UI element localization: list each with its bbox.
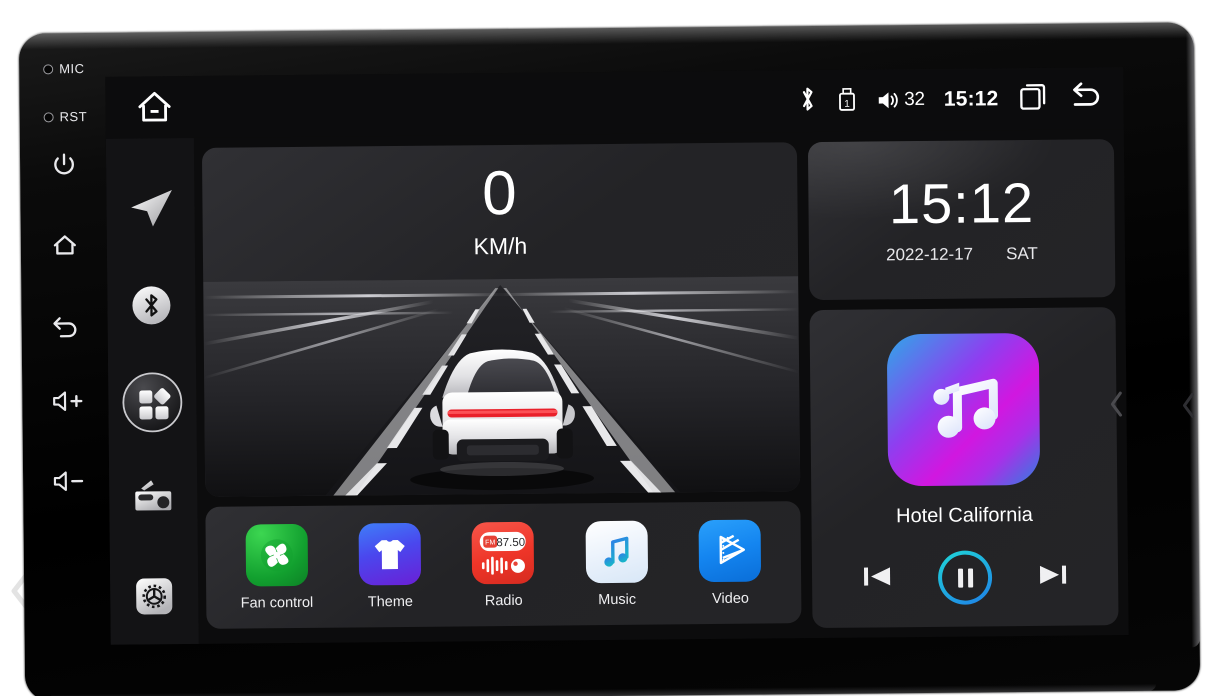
head-unit-device: MIC RST 1 32 15:12 0 KM/h Fan control Th…	[18, 22, 1201, 696]
speed-readout: 0 KM/h	[202, 158, 798, 263]
dock-app-theme[interactable]: Theme	[342, 522, 439, 610]
volume-indicator[interactable]: 32	[876, 88, 925, 112]
dock-app-label: Music	[598, 591, 637, 608]
hardware-bezel: MIC RST	[19, 33, 117, 696]
screenshot-root: MIC RST 1 32 15:12 0 KM/h Fan control Th…	[0, 0, 1217, 696]
speed-widget[interactable]: 0 KM/h	[201, 142, 801, 497]
home-icon	[53, 235, 76, 255]
speed-value: 0	[481, 158, 518, 229]
left-column: 0 KM/h Fan control Theme FM 87.50 Radio …	[201, 142, 802, 634]
radio-frequency: 87.50	[497, 536, 526, 548]
track-title: Hotel California	[896, 503, 1033, 528]
hardware-key-home[interactable]	[51, 231, 107, 260]
tshirt-icon	[358, 522, 422, 585]
right-edge-chevron-icon[interactable]	[1179, 390, 1197, 425]
dock-app-music[interactable]: Music	[568, 520, 665, 608]
music-note-icon	[585, 520, 648, 583]
dock-app-radio[interactable]: FM 87.50 Radio	[455, 521, 552, 609]
play-pause-button[interactable]	[937, 550, 993, 605]
usb-slot-number: 1	[844, 99, 849, 110]
device-top-highlight	[18, 22, 1194, 50]
radio-band: FM	[486, 539, 496, 546]
pause-icon	[941, 554, 989, 601]
clock-subline: 2022-12-17 SAT	[886, 243, 1038, 264]
navigation-arrow-icon	[131, 190, 172, 227]
home-icon	[138, 91, 171, 122]
mic-hole-icon	[43, 63, 54, 74]
clock-weekday: SAT	[1005, 243, 1038, 263]
album-art	[886, 332, 1041, 487]
dock-app-video[interactable]: Video	[682, 519, 779, 607]
next-track-button[interactable]	[1036, 559, 1070, 594]
hardware-key-power[interactable]	[50, 151, 106, 180]
device-right-edge	[1185, 32, 1200, 647]
radio-icon: FM 87.50	[471, 521, 535, 584]
statusbar-home-button[interactable]	[133, 87, 175, 127]
back-arrow-icon	[53, 317, 77, 338]
status-bar-indicators: 1 32 15:12	[797, 79, 1106, 121]
panel-collapse-chevron-icon[interactable]	[1108, 389, 1124, 424]
power-icon	[54, 153, 74, 175]
hardware-key-volume-down[interactable]	[51, 468, 107, 495]
dock-app-label: Video	[712, 590, 750, 607]
road-illustration	[203, 276, 801, 497]
hardware-key-mic[interactable]: MIC	[43, 61, 99, 77]
bluetooth-icon[interactable]	[797, 83, 817, 118]
settings-gear-icon	[136, 577, 173, 615]
mic-label: MIC	[59, 61, 85, 77]
home-screen-content: 0 KM/h Fan control Theme FM 87.50 Radio …	[194, 129, 1129, 644]
statusbar-clock: 15:12	[943, 87, 999, 111]
fan-icon	[245, 523, 308, 587]
hardware-key-volume-up[interactable]	[50, 388, 106, 415]
reset-hole-icon	[43, 111, 54, 122]
device-bottom-edge	[51, 683, 1156, 696]
volume-level: 32	[904, 88, 925, 111]
music-note-icon	[933, 378, 999, 438]
clock-date: 2022-12-17	[885, 244, 974, 264]
dock-app-label: Theme	[367, 593, 414, 610]
clock-widget[interactable]: 15:12 2022-12-17 SAT	[807, 139, 1116, 301]
previous-track-button[interactable]	[860, 561, 894, 596]
hardware-key-reset[interactable]: RST	[43, 109, 100, 125]
sidebar-item-navigation[interactable]	[106, 160, 195, 258]
touchscreen[interactable]: 1 32 15:12 0 KM/h Fan control Theme FM 8…	[105, 67, 1129, 645]
film-play-icon	[698, 519, 762, 582]
usb-icon: 1	[838, 88, 855, 111]
status-bar: 1 32 15:12	[105, 67, 1124, 139]
radio-icon	[135, 480, 172, 511]
right-column: 15:12 2022-12-17 SAT Hotel California	[807, 139, 1119, 629]
sidebar-item-bluetooth[interactable]	[107, 257, 196, 355]
dock-app-fan-control[interactable]: Fan control	[228, 523, 325, 611]
back-icon[interactable]	[1067, 80, 1105, 117]
sidebar-item-settings[interactable]	[110, 547, 199, 645]
usb-storage-indicator[interactable]: 1	[836, 87, 857, 115]
recent-apps-icon[interactable]	[1017, 79, 1048, 118]
app-rail	[105, 137, 199, 645]
dock-app-label: Fan control	[240, 594, 314, 612]
speed-unit: KM/h	[473, 232, 528, 260]
sidebar-item-apps[interactable]	[108, 354, 197, 452]
apps-grid-icon	[122, 372, 183, 433]
volume-up-icon	[53, 391, 83, 411]
app-dock: Fan control Theme FM 87.50 Radio Music V…	[205, 501, 802, 629]
playback-controls	[812, 549, 1119, 606]
dock-app-label: Radio	[484, 592, 523, 609]
clock-time: 15:12	[888, 170, 1035, 235]
bluetooth-icon	[132, 286, 171, 325]
sidebar-item-radio[interactable]	[109, 450, 198, 548]
volume-icon	[878, 92, 898, 109]
reset-label: RST	[59, 109, 88, 125]
hardware-key-back[interactable]	[51, 311, 107, 340]
music-widget[interactable]: Hotel California	[809, 307, 1119, 629]
volume-down-icon	[53, 471, 84, 491]
